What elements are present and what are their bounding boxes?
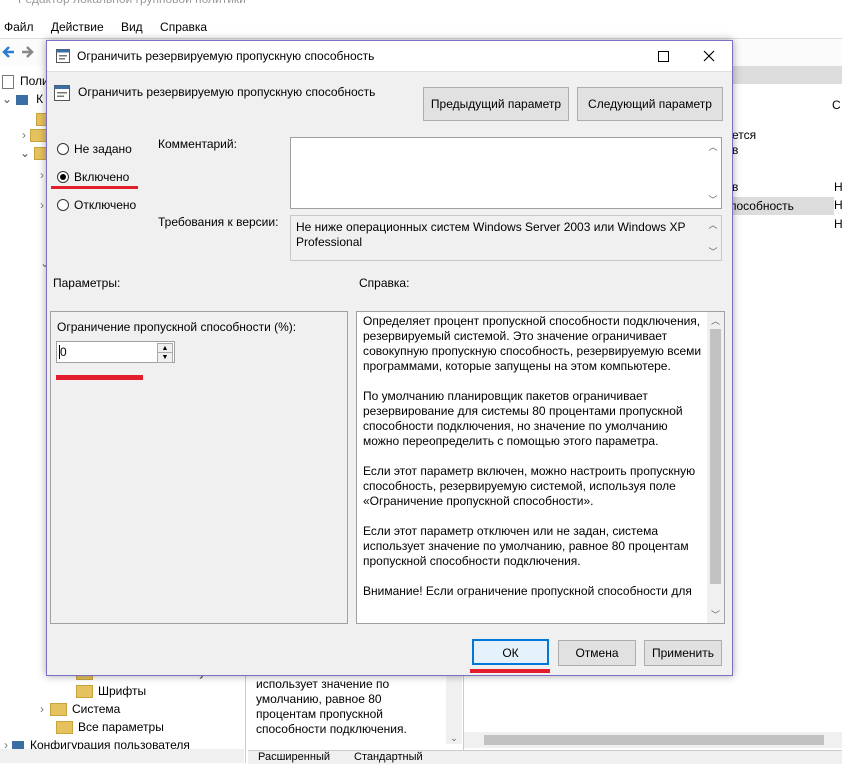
- menu-bar: Файл Действие Вид Справка: [0, 16, 842, 38]
- list-hscrollbar[interactable]: [464, 732, 842, 748]
- help-paragraph: Внимание! Если ограничение пропускной сп…: [363, 584, 692, 598]
- help-paragraph: Если этот параметр отключен или не задан…: [363, 524, 689, 568]
- highlight-underline: [56, 375, 143, 380]
- radio-circle[interactable]: [57, 143, 69, 155]
- tree-item-system[interactable]: › Система: [40, 700, 120, 718]
- help-label: Справка:: [359, 276, 410, 290]
- supported-on-text: Не ниже операционных систем Windows Serv…: [296, 220, 686, 249]
- tab-extended[interactable]: Расширенный: [258, 751, 330, 763]
- scroll-down-arrow[interactable]: ﹀: [707, 245, 719, 258]
- help-text: Определяет процент пропускной способност…: [363, 314, 707, 614]
- maximize-button[interactable]: [643, 41, 683, 71]
- policy-icon: [56, 49, 70, 63]
- radio-label: Не задано: [74, 142, 132, 156]
- radio-label: Отключено: [74, 198, 137, 212]
- list-value: Н: [834, 217, 842, 231]
- back-arrow-icon[interactable]: [2, 45, 16, 59]
- list-row-selected[interactable]: пособность: [730, 197, 834, 215]
- close-button[interactable]: [689, 41, 729, 71]
- tree-computer[interactable]: ⌄ К: [2, 90, 43, 108]
- scrollbar-thumb[interactable]: [710, 329, 721, 584]
- help-paragraph: По умолчанию планировщик пакетов огранич…: [363, 389, 683, 448]
- list-column-header[interactable]: С: [832, 98, 841, 112]
- supported-on-label: Требования к версии:: [158, 215, 279, 229]
- cancel-button[interactable]: Отмена: [558, 640, 636, 666]
- tree-item-all-settings[interactable]: Все параметры: [56, 718, 164, 736]
- list-value: Н: [834, 198, 842, 212]
- tree-hscrollbar[interactable]: [0, 749, 244, 763]
- scroll-up-arrow[interactable]: ︿: [707, 218, 719, 231]
- apply-button[interactable]: Применить: [644, 640, 722, 666]
- menu-action[interactable]: Действие: [51, 16, 104, 38]
- previous-setting-button[interactable]: Предыдущий параметр: [423, 87, 569, 121]
- spin-down-button[interactable]: ▼: [157, 352, 173, 363]
- radio-circle[interactable]: [57, 199, 69, 211]
- maximize-icon: [657, 51, 669, 62]
- help-panel: Определяет процент пропускной способност…: [356, 311, 725, 624]
- scroll-up-arrow[interactable]: ︿: [707, 314, 724, 327]
- menu-view[interactable]: Вид: [121, 16, 143, 38]
- options-label: Параметры:: [53, 276, 121, 290]
- forward-arrow-icon[interactable]: [20, 45, 34, 59]
- policy-name: Ограничить резервируемую пропускную спос…: [78, 85, 376, 99]
- bandwidth-limit-value[interactable]: 0: [59, 345, 67, 359]
- comment-label: Комментарий:: [158, 137, 237, 151]
- list-value: Н: [834, 180, 842, 194]
- close-icon: [703, 50, 715, 62]
- menu-file[interactable]: Файл: [4, 16, 34, 38]
- scroll-down-arrow[interactable]: ﹀: [707, 193, 719, 206]
- highlight-underline: [470, 669, 550, 673]
- radio-label: Включено: [74, 170, 130, 184]
- help-paragraph: Если этот параметр включен, можно настро…: [363, 464, 696, 508]
- supported-on-field: Не ниже операционных систем Windows Serv…: [290, 215, 722, 261]
- background-window-title: Редактор локальной групповой политики: [0, 0, 842, 10]
- list-fragment: ется: [732, 128, 757, 142]
- help-paragraph: Определяет процент пропускной способност…: [363, 314, 702, 373]
- tree-item-fonts[interactable]: Шрифты: [76, 682, 146, 700]
- help-scrollbar[interactable]: ︿ ﹀: [707, 312, 724, 623]
- radio-circle-checked[interactable]: [57, 171, 69, 183]
- options-panel: Ограничение пропускной способности (%): …: [50, 311, 348, 624]
- tree-expander[interactable]: ›: [40, 196, 44, 214]
- scroll-down-arrow[interactable]: ﹀: [707, 608, 724, 621]
- bandwidth-limit-label: Ограничение пропускной способности (%):: [57, 320, 297, 334]
- tree-root[interactable]: Поли: [2, 72, 49, 90]
- dialog-title: Ограничить резервируемую пропускную спос…: [77, 49, 375, 63]
- menu-help[interactable]: Справка: [160, 16, 207, 38]
- tree-expander[interactable]: ›: [40, 166, 44, 184]
- next-setting-button[interactable]: Следующий параметр: [577, 87, 723, 121]
- ok-button[interactable]: ОК: [472, 639, 549, 665]
- highlight-underline: [51, 186, 138, 189]
- scroll-up-arrow[interactable]: ︿: [707, 140, 719, 153]
- policy-dialog: Ограничить резервируемую пропускную спос…: [46, 40, 733, 676]
- bandwidth-limit-spinner[interactable]: 0 ▲ ▼: [56, 341, 175, 363]
- tab-standard[interactable]: Стандартный: [354, 751, 423, 763]
- comment-textarea[interactable]: ︿ ﹀: [290, 137, 722, 209]
- view-tabs: Расширенный Стандартный: [248, 750, 842, 764]
- policy-setting-icon: [54, 85, 70, 101]
- dialog-titlebar: Ограничить резервируемую пропускную спос…: [47, 41, 732, 72]
